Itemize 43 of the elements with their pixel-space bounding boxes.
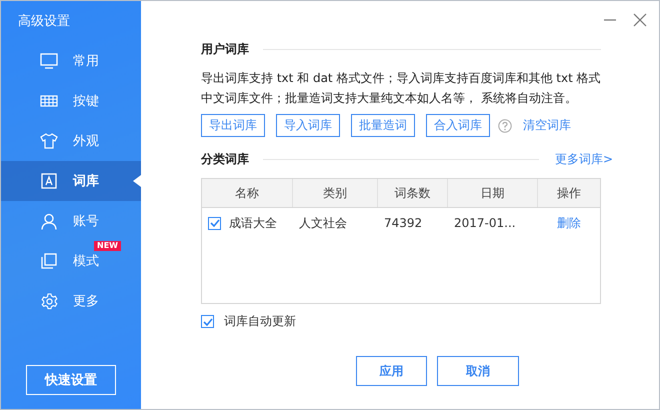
sidebar-item[interactable]: 常用 <box>1 41 141 81</box>
description-text: 导出词库支持 txt 和 dat 格式文件；导入词库支持百度词库和其他 txt 格式中文词库文件；批量造词支持大量纯文本如人名等， 系统将自动注音。 <box>201 70 602 107</box>
table-cell: 2017-01... <box>454 216 516 230</box>
close-icon[interactable] <box>633 13 647 27</box>
column-header: 日期 <box>448 179 538 207</box>
sidebar-item[interactable]: 更多 <box>1 281 141 321</box>
keyboard-icon <box>40 95 58 107</box>
sidebar-item[interactable]: 外观 <box>1 121 141 161</box>
pages-icon <box>41 253 57 269</box>
help-icon[interactable] <box>498 118 512 132</box>
dialog-button[interactable]: 取消 <box>437 356 519 386</box>
settings-icon <box>40 292 58 310</box>
sidebar-item[interactable]: NEW 模式 <box>1 241 141 281</box>
checkbox[interactable] <box>201 315 214 328</box>
table-cell: 成语大全 <box>229 214 277 232</box>
dictionary-button[interactable]: 导入词库 <box>276 114 340 137</box>
section-title: 用户词库 <box>201 41 249 58</box>
sidebar-item[interactable]: 词库 <box>1 161 141 201</box>
clear-link[interactable]: 清空词库 <box>523 117 571 134</box>
section-title: 分类词库 <box>201 151 249 168</box>
table-cell: 74392 <box>384 216 422 230</box>
dictionary-button[interactable]: 合入词库 <box>426 114 490 137</box>
window-title: 高级设置 <box>17 13 71 31</box>
sidebar-item[interactable]: 账号 <box>1 201 141 241</box>
column-header: 操作 <box>556 184 582 202</box>
table-cell: 人文社会 <box>299 214 347 232</box>
checkbox[interactable] <box>208 216 221 230</box>
delete-link[interactable]: 删除 <box>557 214 581 232</box>
shirt-icon <box>40 133 58 149</box>
sidebar-item[interactable]: 按键 <box>1 81 141 121</box>
dialog-button[interactable]: 应用 <box>356 356 427 386</box>
letter-box-icon <box>41 173 57 189</box>
dictionary-button[interactable]: 导出词库 <box>201 114 265 137</box>
dictionary-button[interactable]: 批量造词 <box>351 114 415 137</box>
new-badge: NEW <box>94 241 121 251</box>
column-header: 类别 <box>293 179 378 207</box>
quick-settings-button[interactable]: 快速设置 <box>26 365 116 395</box>
column-header: 名称 <box>202 179 293 207</box>
person-icon <box>41 212 57 230</box>
checkbox-label: 词库自动更新 <box>224 313 296 330</box>
column-header: 词条数 <box>378 179 448 207</box>
more-dictionaries-link[interactable]: 更多词库> <box>555 151 614 168</box>
monitor-icon <box>40 53 58 69</box>
